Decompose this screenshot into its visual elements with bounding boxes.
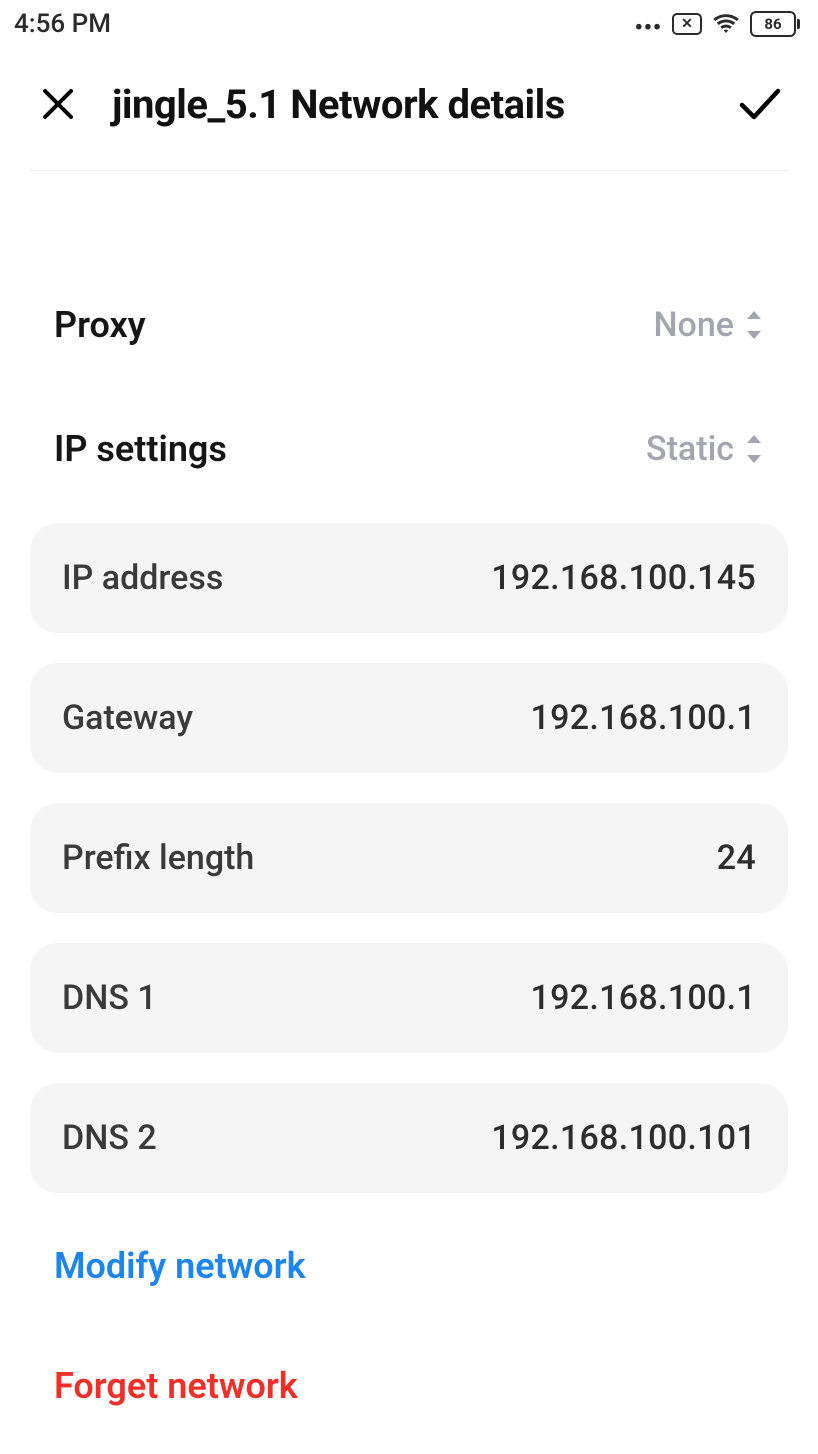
- gateway-value: 192.168.100.1: [531, 698, 756, 738]
- content: Proxy None IP settings Static IP address…: [0, 171, 818, 1429]
- ip-address-field[interactable]: IP address 192.168.100.145: [30, 523, 788, 633]
- dns1-label: DNS 1: [62, 978, 157, 1018]
- gateway-field[interactable]: Gateway 192.168.100.1: [30, 663, 788, 773]
- header: jingle_5.1 Network details: [0, 48, 818, 170]
- status-time: 4:56 PM: [14, 9, 111, 39]
- prefix-length-label: Prefix length: [62, 838, 254, 878]
- check-icon: [738, 87, 782, 121]
- close-button[interactable]: [30, 76, 86, 132]
- dns2-field[interactable]: DNS 2 192.168.100.101: [30, 1083, 788, 1193]
- proxy-value-select: None: [653, 305, 764, 345]
- ip-settings-value: Static: [646, 429, 734, 469]
- forget-network-link[interactable]: Forget network: [0, 1343, 818, 1429]
- dns2-label: DNS 2: [62, 1118, 157, 1158]
- ip-settings-value-select: Static: [646, 429, 764, 469]
- prefix-length-value: 24: [717, 838, 756, 878]
- battery-level: 86: [764, 17, 781, 32]
- close-icon: [41, 87, 75, 121]
- proxy-label: Proxy: [54, 304, 146, 346]
- modify-network-link[interactable]: Modify network: [0, 1223, 818, 1309]
- status-right: ••• ✕ 86: [635, 11, 800, 37]
- gateway-label: Gateway: [62, 698, 193, 738]
- ip-address-value: 192.168.100.145: [491, 558, 756, 598]
- dns2-value: 192.168.100.101: [491, 1118, 756, 1158]
- proxy-value: None: [653, 305, 734, 345]
- more-icon: •••: [635, 16, 662, 41]
- confirm-button[interactable]: [732, 76, 788, 132]
- ip-settings-label: IP settings: [54, 428, 227, 470]
- sim-icon: ✕: [672, 13, 702, 35]
- dns1-field[interactable]: DNS 1 192.168.100.1: [30, 943, 788, 1053]
- ip-settings-row[interactable]: IP settings Static: [0, 387, 818, 511]
- wifi-icon: [712, 13, 740, 35]
- proxy-row[interactable]: Proxy None: [0, 263, 818, 387]
- chevron-updown-icon: [744, 311, 764, 339]
- chevron-updown-icon: [744, 435, 764, 463]
- status-bar: 4:56 PM ••• ✕ 86: [0, 0, 818, 48]
- battery-icon: 86: [750, 11, 800, 37]
- ip-address-label: IP address: [62, 558, 223, 598]
- page-title: jingle_5.1 Network details: [112, 81, 706, 128]
- dns1-value: 192.168.100.1: [531, 978, 756, 1018]
- prefix-length-field[interactable]: Prefix length 24: [30, 803, 788, 913]
